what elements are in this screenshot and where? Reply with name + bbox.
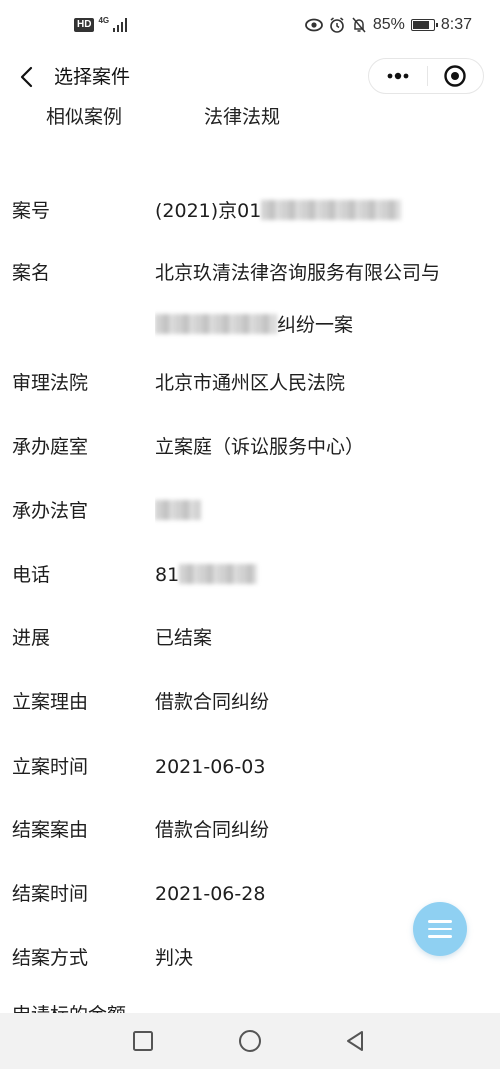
judge-label: 承办法官 — [12, 500, 89, 522]
case-number-text: (2021)京01 — [155, 200, 262, 222]
progress-value: 已结案 — [155, 627, 213, 649]
filing-reason-label: 立案理由 — [12, 691, 89, 713]
back-button[interactable] — [16, 64, 40, 90]
status-left: HD 4G — [74, 15, 129, 32]
progress-label: 进展 — [12, 627, 51, 649]
back-arrow-icon — [20, 66, 33, 88]
court-label: 审理法院 — [12, 372, 89, 394]
phone-label: 电话 — [12, 564, 51, 586]
filing-reason-value: 借款合同纠纷 — [155, 691, 270, 713]
more-button[interactable] — [369, 59, 427, 93]
eye-icon — [304, 18, 323, 32]
more-dots-icon — [387, 72, 409, 80]
system-back-button[interactable] — [343, 1029, 367, 1053]
tab-similar-cases[interactable]: 相似案例 — [46, 104, 122, 130]
closing-reason-label: 结案案由 — [12, 819, 89, 841]
status-bar: HD 4G 85% 8:37 — [0, 0, 500, 56]
home-button[interactable] — [238, 1029, 262, 1053]
closing-date-label: 结案时间 — [12, 883, 89, 905]
mute-bell-icon — [352, 17, 366, 33]
square-icon — [133, 1031, 153, 1051]
close-mini-program-button[interactable] — [427, 59, 483, 93]
case-name-value: 北京玖清法律咨询服务有限公司与 纠纷一案 — [155, 258, 490, 362]
filing-date-label: 立案时间 — [12, 756, 89, 778]
closing-method-label: 结案方式 — [12, 947, 89, 969]
case-name-label: 案名 — [12, 262, 51, 284]
tab-laws-regulations[interactable]: 法律法规 — [204, 104, 280, 130]
closing-reason-value: 借款合同纠纷 — [155, 819, 270, 841]
recent-apps-button[interactable] — [131, 1029, 155, 1053]
circle-icon — [239, 1030, 261, 1052]
tab-bar: 相似案例 法律法规 — [0, 100, 500, 136]
page-title: 选择案件 — [54, 66, 131, 88]
judge-value — [155, 496, 490, 526]
menu-icon — [428, 915, 452, 943]
case-name-line2-text: 纠纷一案 — [277, 314, 354, 336]
redacted-blur — [155, 499, 201, 520]
battery-percent: 85% — [372, 16, 405, 33]
phone-text: 81 — [155, 564, 180, 586]
signal-icon — [113, 18, 128, 32]
court-value: 北京市通州区人民法院 — [155, 372, 346, 394]
case-number-value: (2021)京01 — [155, 196, 490, 226]
case-name-line1: 北京玖清法律咨询服务有限公司与 — [155, 262, 441, 284]
hd-badge: HD — [74, 18, 95, 32]
target-close-icon — [444, 65, 466, 87]
redacted-blur — [261, 199, 402, 220]
mini-program-capsule — [368, 58, 484, 94]
next-row-label-partial: 申请标的金额 — [12, 1000, 126, 1013]
phone-value: 81 — [155, 560, 490, 590]
redacted-blur — [179, 563, 258, 584]
filing-date-value: 2021-06-03 — [155, 756, 266, 778]
system-nav-bar — [0, 1013, 500, 1069]
division-value: 立案庭（诉讼服务中心） — [155, 436, 365, 458]
battery-fill — [412, 21, 429, 29]
nav-bar: 选择案件 — [0, 56, 500, 100]
case-name-line2: 纠纷一案 — [155, 310, 490, 362]
redacted-blur — [155, 313, 277, 334]
floating-menu-button[interactable] — [413, 902, 467, 956]
clock: 8:37 — [440, 16, 472, 33]
status-right: 85% 8:37 — [304, 16, 472, 34]
division-label: 承办庭室 — [12, 436, 89, 458]
alarm-icon — [330, 17, 344, 33]
battery-icon — [410, 19, 438, 31]
network-type: 4G — [98, 15, 110, 25]
case-number-label: 案号 — [12, 200, 51, 222]
triangle-back-icon — [347, 1031, 363, 1051]
